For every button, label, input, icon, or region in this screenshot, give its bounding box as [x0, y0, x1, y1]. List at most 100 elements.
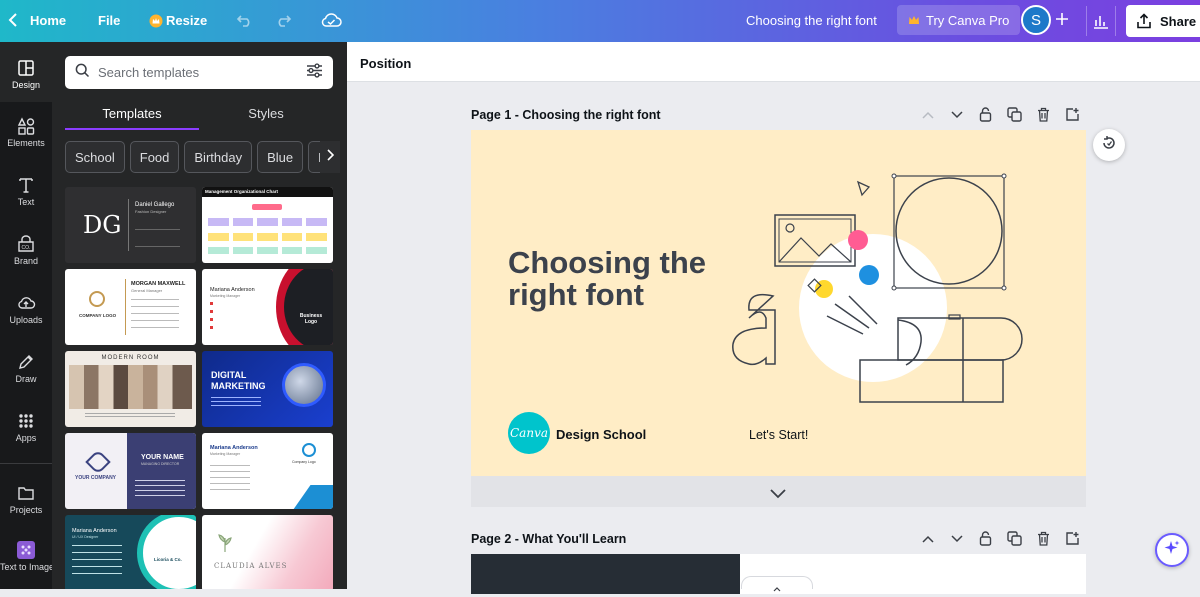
chevron-down-icon[interactable]	[770, 486, 786, 504]
chip-birthday[interactable]: Birthday	[184, 141, 253, 173]
design-school-text[interactable]: Design School	[556, 427, 646, 442]
search-box	[65, 56, 333, 89]
add-collaborator-icon[interactable]	[1055, 12, 1069, 26]
template-logo-text: Company Logo	[292, 460, 316, 464]
rail-item-draw[interactable]: Draw	[0, 338, 52, 397]
trash-icon[interactable]	[1035, 106, 1052, 123]
outline-circle	[895, 177, 1003, 285]
add-page-icon[interactable]	[1064, 106, 1081, 123]
template-name: Mariana Anderson	[210, 287, 255, 293]
template-name: Management Organizational Chart	[205, 189, 279, 194]
chips-next-button[interactable]	[320, 141, 340, 173]
letter-a-outline	[732, 293, 776, 366]
rail-item-text[interactable]: Text	[0, 161, 52, 220]
canva-logo[interactable]: Canva	[508, 412, 550, 454]
org-chart-row	[208, 247, 327, 254]
position-button[interactable]: Position	[360, 56, 411, 71]
template-card[interactable]: MODERN ROOM	[65, 351, 196, 427]
share-label: Share	[1160, 13, 1197, 29]
chevron-left-icon	[8, 12, 18, 28]
file-menu-button[interactable]: File	[98, 13, 120, 28]
page-2-label[interactable]: Page 2 - What You'll Learn	[471, 532, 626, 546]
template-title: YOUR NAME	[141, 454, 184, 461]
rail-label: Uploads	[9, 315, 43, 325]
chevron-up-icon[interactable]	[919, 530, 936, 547]
insights-chart-icon[interactable]	[1086, 6, 1116, 36]
magic-assistant-button[interactable]	[1155, 533, 1189, 567]
avatar[interactable]: S	[1021, 5, 1051, 35]
template-photo-circle	[282, 363, 326, 407]
rail-item-design[interactable]: Design	[0, 42, 52, 102]
leaf-icon	[217, 533, 233, 558]
rail-item-elements[interactable]: Elements	[0, 102, 52, 161]
page-1-label[interactable]: Page 1 - Choosing the right font	[471, 108, 661, 122]
template-card[interactable]: DIGITAL MARKETING	[202, 351, 333, 427]
home-label: Home	[30, 12, 67, 28]
tab-styles[interactable]: Styles	[199, 100, 333, 130]
regenerate-button[interactable]	[1093, 129, 1125, 161]
chip-school[interactable]: School	[65, 141, 125, 173]
template-card[interactable]: YOUR COMPANY YOUR NAME MANAGING DIRECTOR	[65, 433, 196, 509]
template-card[interactable]: DG Daniel Gallego Fashion Designer	[65, 187, 196, 263]
template-card[interactable]: Mariana Anderson UI / UX Designer Licori…	[65, 515, 196, 589]
category-chips: School Food Birthday Blue Back to	[65, 141, 335, 175]
cloud-saved-icon[interactable]	[320, 10, 342, 30]
resize-button[interactable]: Resize	[149, 13, 207, 28]
duplicate-icon[interactable]	[1006, 530, 1023, 547]
template-card[interactable]: Mariana Anderson Marketing Manager Compa…	[202, 433, 333, 509]
tab-templates[interactable]: Templates	[65, 100, 199, 130]
slide-page-1[interactable]: Choosing the right font Canva Design Sch…	[471, 130, 1086, 476]
add-page-icon[interactable]	[1064, 530, 1081, 547]
share-button[interactable]: Share	[1126, 5, 1200, 37]
chevron-down-icon[interactable]	[948, 530, 965, 547]
template-logo-text: Licoria & Co.	[154, 557, 182, 562]
page-2-controls	[919, 530, 1081, 547]
rail-item-projects[interactable]: Projects	[0, 469, 52, 528]
editor-canvas-area: Position Page 1 - Choosing the right fon…	[347, 42, 1200, 594]
chevron-up-icon[interactable]	[919, 106, 936, 123]
chevron-down-icon[interactable]	[948, 106, 965, 123]
rail-item-text-to-image[interactable]: Text to Image	[0, 528, 54, 587]
chip-blue[interactable]: Blue	[257, 141, 304, 173]
redo-icon[interactable]	[274, 12, 292, 28]
try-pro-button[interactable]: Try Canva Pro	[897, 5, 1021, 35]
lock-icon[interactable]	[977, 106, 994, 123]
chip-food[interactable]: Food	[129, 141, 180, 173]
sparkle-icon	[1163, 539, 1181, 562]
folder-icon	[16, 483, 36, 503]
top-toolbar: Home File Resize Choosing the right font…	[0, 0, 1200, 42]
rail-item-brand[interactable]: CO. Brand	[0, 220, 52, 279]
try-pro-label: Try Canva Pro	[926, 12, 1010, 28]
rail-item-apps[interactable]: Apps	[0, 397, 52, 456]
undo-icon[interactable]	[236, 12, 254, 28]
shapes-icon	[16, 116, 36, 136]
template-card[interactable]: Management Organizational Chart	[202, 187, 333, 263]
lock-icon[interactable]	[977, 530, 994, 547]
pen-icon	[16, 352, 36, 372]
home-button[interactable]: Home	[8, 12, 66, 28]
slide-title[interactable]: Choosing the right font	[508, 247, 748, 311]
page-1-footer	[471, 476, 1086, 507]
search-input[interactable]	[98, 65, 306, 80]
cloud-upload-icon	[16, 293, 36, 313]
rail-divider	[0, 463, 52, 464]
template-role: Fashion Designer	[135, 209, 167, 214]
font-illustration[interactable]	[731, 168, 1061, 428]
template-name: Mariana Anderson	[72, 528, 117, 534]
trash-icon[interactable]	[1035, 530, 1052, 547]
template-card[interactable]: CLAUDIA ALVES	[202, 515, 333, 589]
document-title[interactable]: Choosing the right font	[746, 13, 877, 28]
duplicate-icon[interactable]	[1006, 106, 1023, 123]
template-name: CLAUDIA ALVES	[214, 562, 288, 570]
page-nav-tab[interactable]	[741, 576, 813, 592]
template-role: Marketing Manager	[210, 294, 241, 298]
rail-item-uploads[interactable]: Uploads	[0, 279, 52, 338]
template-card[interactable]: Mariana Anderson Marketing Manager Busin…	[202, 269, 333, 345]
lets-start-text[interactable]: Let's Start!	[749, 428, 808, 442]
template-name: MORGAN MAXWELL	[131, 281, 186, 287]
filter-sliders-icon[interactable]	[306, 62, 323, 83]
page-2-dark-panel	[471, 554, 740, 594]
org-chart-node	[252, 204, 282, 210]
template-white-circle	[137, 515, 196, 589]
template-card[interactable]: COMPANY LOGO MORGAN MAXWELL General Mana…	[65, 269, 196, 345]
